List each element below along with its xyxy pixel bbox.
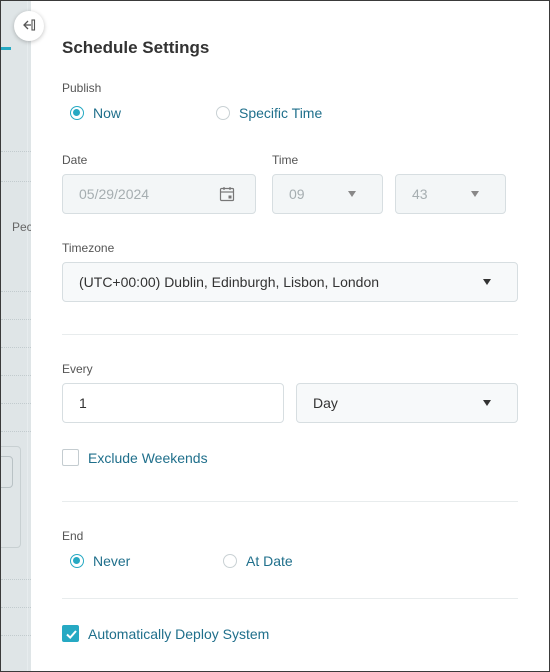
section-divider bbox=[62, 598, 518, 599]
checkbox-box-checked bbox=[62, 625, 79, 642]
background-row-divider bbox=[1, 291, 31, 292]
section-divider bbox=[62, 334, 518, 335]
minute-value: 43 bbox=[412, 186, 428, 202]
publish-now-radio[interactable]: Now bbox=[70, 105, 121, 121]
minute-select[interactable]: 43 bbox=[395, 174, 506, 214]
background-row-divider bbox=[1, 181, 31, 182]
checkbox-label: Exclude Weekends bbox=[88, 449, 208, 466]
date-value: 05/29/2024 bbox=[79, 186, 150, 202]
checkbox-label: Automatically Deploy System bbox=[88, 625, 270, 642]
background-row-divider bbox=[1, 635, 31, 636]
radio-indicator bbox=[216, 106, 230, 120]
background-row-divider bbox=[1, 319, 31, 320]
every-count-input[interactable]: 1 bbox=[62, 383, 284, 423]
radio-indicator-checked bbox=[70, 106, 84, 120]
time-label: Time bbox=[272, 153, 299, 167]
background-partial-text: Pec bbox=[12, 220, 31, 234]
hour-select[interactable]: 09 bbox=[272, 174, 383, 214]
chevron-down-icon bbox=[471, 191, 479, 197]
every-label: Every bbox=[62, 362, 93, 376]
chevron-down-icon bbox=[483, 400, 491, 406]
background-row-divider bbox=[1, 347, 31, 348]
radio-indicator bbox=[223, 554, 237, 568]
chevron-down-icon bbox=[348, 191, 356, 197]
checkbox-box bbox=[62, 449, 79, 466]
every-unit-select[interactable]: Day bbox=[296, 383, 518, 423]
auto-deploy-checkbox[interactable]: Automatically Deploy System bbox=[62, 625, 269, 642]
background-divider bbox=[27, 1, 28, 671]
background-page: Pec bbox=[1, 1, 31, 671]
background-row-divider bbox=[1, 403, 31, 404]
schedule-settings-panel: Schedule Settings Publish Now Specific T… bbox=[31, 1, 549, 671]
checkmark-icon bbox=[66, 630, 77, 640]
collapse-left-icon bbox=[22, 18, 36, 35]
timezone-select[interactable]: (UTC+00:00) Dublin, Edinburgh, Lisbon, L… bbox=[62, 262, 518, 302]
exclude-weekends-checkbox[interactable]: Exclude Weekends bbox=[62, 449, 208, 466]
collapse-panel-button[interactable] bbox=[14, 11, 44, 41]
timezone-value: (UTC+00:00) Dublin, Edinburgh, Lisbon, L… bbox=[79, 274, 380, 290]
background-row-divider bbox=[1, 151, 31, 152]
background-row-divider bbox=[1, 431, 31, 432]
every-count-value: 1 bbox=[79, 395, 87, 411]
background-tab-indicator bbox=[1, 47, 11, 50]
radio-indicator-checked bbox=[70, 554, 84, 568]
end-label: End bbox=[62, 529, 84, 543]
publish-label: Publish bbox=[62, 81, 102, 95]
calendar-icon[interactable] bbox=[219, 186, 235, 202]
every-unit-value: Day bbox=[313, 395, 338, 411]
window-frame: Pec Schedule Settings Publish Now Specif… bbox=[0, 0, 550, 672]
timezone-label: Timezone bbox=[62, 241, 115, 255]
hour-value: 09 bbox=[289, 186, 305, 202]
publish-specific-time-radio[interactable]: Specific Time bbox=[216, 105, 322, 121]
panel-title: Schedule Settings bbox=[62, 38, 210, 57]
radio-label: Now bbox=[93, 105, 122, 121]
radio-label: Never bbox=[93, 553, 131, 569]
date-input[interactable]: 05/29/2024 bbox=[62, 174, 256, 214]
date-label: Date bbox=[62, 153, 88, 167]
chevron-down-icon bbox=[483, 279, 491, 285]
radio-label: At Date bbox=[246, 553, 293, 569]
background-row-divider bbox=[1, 579, 31, 580]
end-at-date-radio[interactable]: At Date bbox=[223, 553, 293, 569]
radio-label: Specific Time bbox=[239, 105, 323, 121]
background-row-divider bbox=[1, 375, 31, 376]
background-row-divider bbox=[1, 607, 31, 608]
section-divider bbox=[62, 501, 518, 502]
end-never-radio[interactable]: Never bbox=[70, 553, 130, 569]
background-field bbox=[1, 456, 13, 488]
